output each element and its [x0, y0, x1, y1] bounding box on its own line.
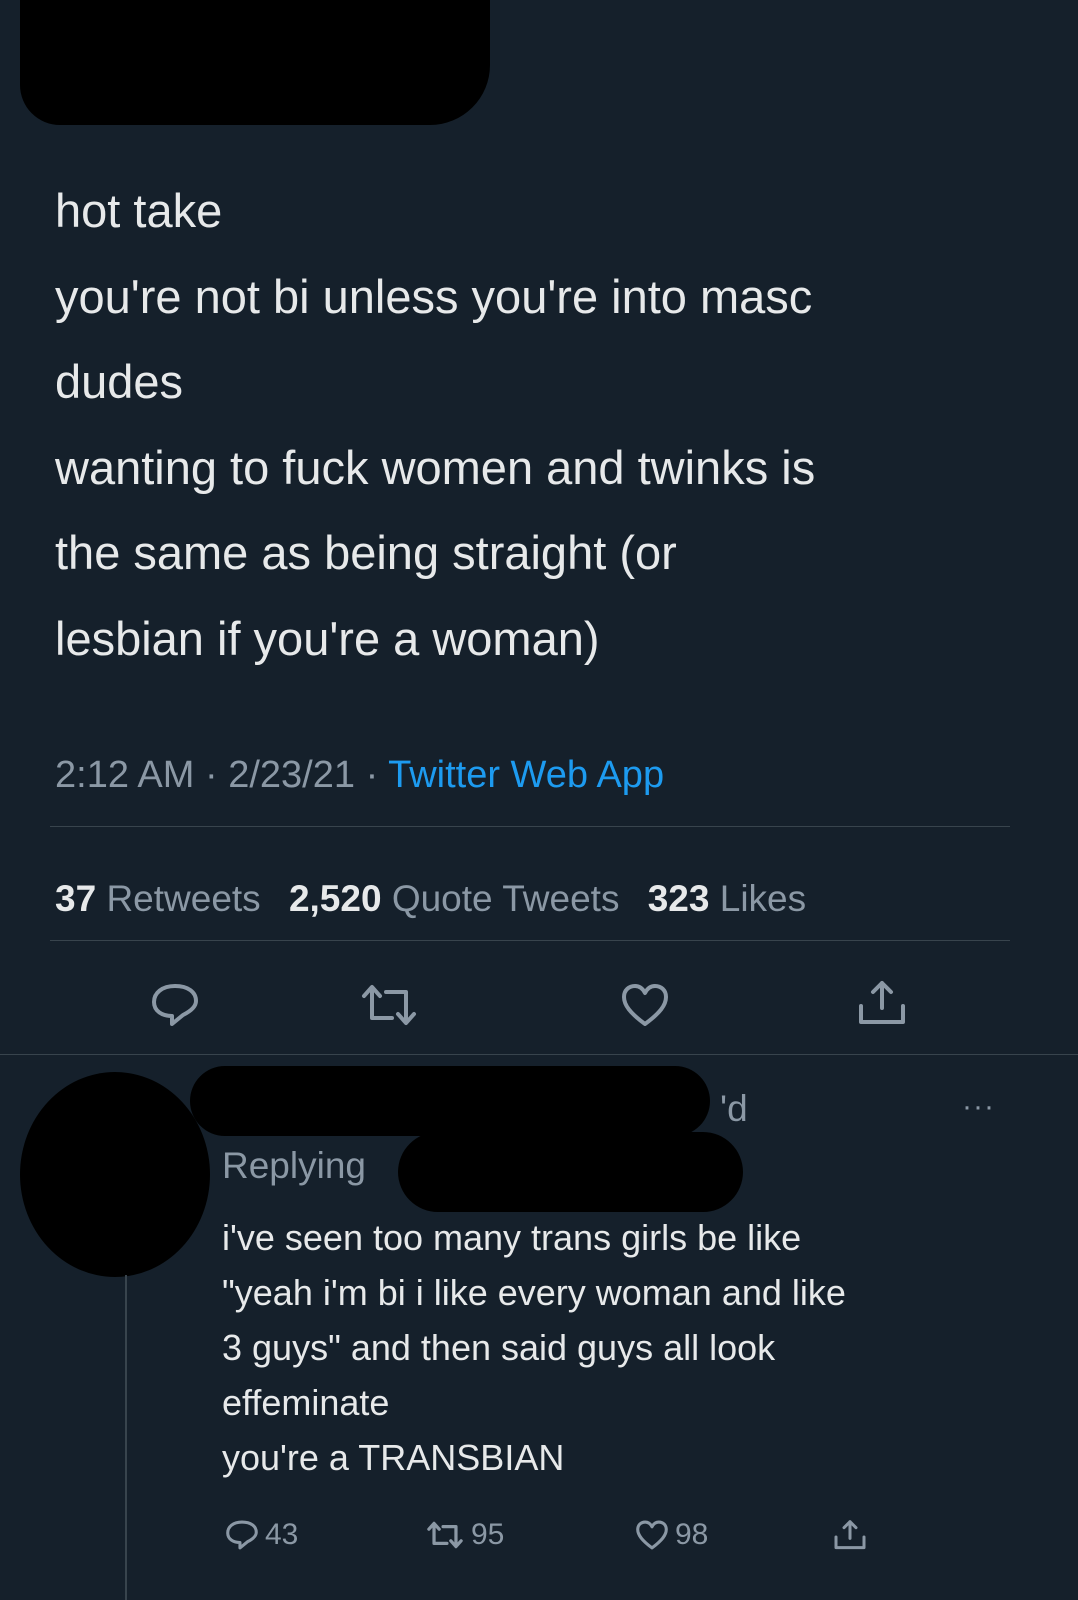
tweet-meta: 2:12 AM · 2/23/21 · Twitter Web App — [55, 754, 664, 797]
tweet-time[interactable]: 2:12 AM — [55, 754, 194, 796]
divider — [50, 826, 1010, 827]
reply-line: effeminate — [222, 1382, 390, 1423]
meta-separator: · — [365, 754, 379, 796]
retweets-stat[interactable]: 37 Retweets — [55, 878, 261, 919]
like-icon — [636, 1520, 668, 1550]
tweet-line: dudes — [55, 355, 184, 408]
reply-count: 43 — [265, 1518, 299, 1551]
replying-to-label: Replying — [222, 1145, 366, 1186]
redacted-replying-handle — [398, 1132, 743, 1212]
reply-line: you're a TRANSBIAN — [222, 1437, 565, 1478]
more-icon[interactable]: ··· — [962, 1090, 995, 1124]
retweet-icon[interactable] — [358, 982, 420, 1028]
quote-tweets-stat[interactable]: 2,520 Quote Tweets — [289, 878, 620, 919]
tweet-source-link[interactable]: Twitter Web App — [388, 754, 664, 796]
meta-separator: · — [204, 754, 218, 796]
reply-icon — [226, 1520, 258, 1550]
share-icon — [834, 1520, 866, 1550]
redacted-author-block — [20, 0, 490, 125]
reply-likes-action[interactable]: 98 — [635, 1518, 708, 1552]
retweet-count: 95 — [471, 1518, 505, 1551]
reply-icon[interactable] — [150, 982, 200, 1028]
tweet-line: the same as being straight (or — [55, 526, 677, 579]
share-icon[interactable] — [855, 978, 909, 1028]
reply-line: "yeah i'm bi i like every woman and like — [222, 1272, 846, 1313]
divider — [0, 1054, 1078, 1055]
likes-stat[interactable]: 323 Likes — [648, 878, 806, 919]
reply-time: 'd — [720, 1088, 748, 1129]
reply-share-action[interactable] — [832, 1518, 868, 1552]
tweet-stats: 37 Retweets 2,520 Quote Tweets 323 Likes — [55, 878, 806, 920]
redacted-avatar — [20, 1072, 210, 1277]
tweet-line: you're not bi unless you're into masc — [55, 269, 813, 323]
reply-line: i've seen too many trans girls be like — [222, 1217, 802, 1258]
tweet-line: lesbian if you're a woman) — [55, 611, 600, 665]
tweet-line: hot take — [55, 184, 223, 237]
like-icon[interactable] — [620, 982, 670, 1028]
tweet-date[interactable]: 2/23/21 — [228, 754, 355, 796]
retweet-icon — [427, 1521, 463, 1549]
divider — [50, 940, 1010, 941]
tweet-line: wanting to fuck women and twinks is — [55, 440, 816, 494]
tweet-text: hot take you're not bi unless you're int… — [55, 168, 1025, 681]
like-count: 98 — [675, 1518, 709, 1551]
reply-replies-action[interactable]: 43 — [225, 1518, 298, 1552]
thread-line — [125, 1275, 127, 1600]
redacted-reply-name — [190, 1066, 710, 1136]
reply-text: i've seen too many trans girls be like "… — [222, 1210, 1022, 1485]
reply-retweets-action[interactable]: 95 — [425, 1518, 504, 1552]
reply-line: 3 guys" and then said guys all look — [222, 1327, 776, 1368]
